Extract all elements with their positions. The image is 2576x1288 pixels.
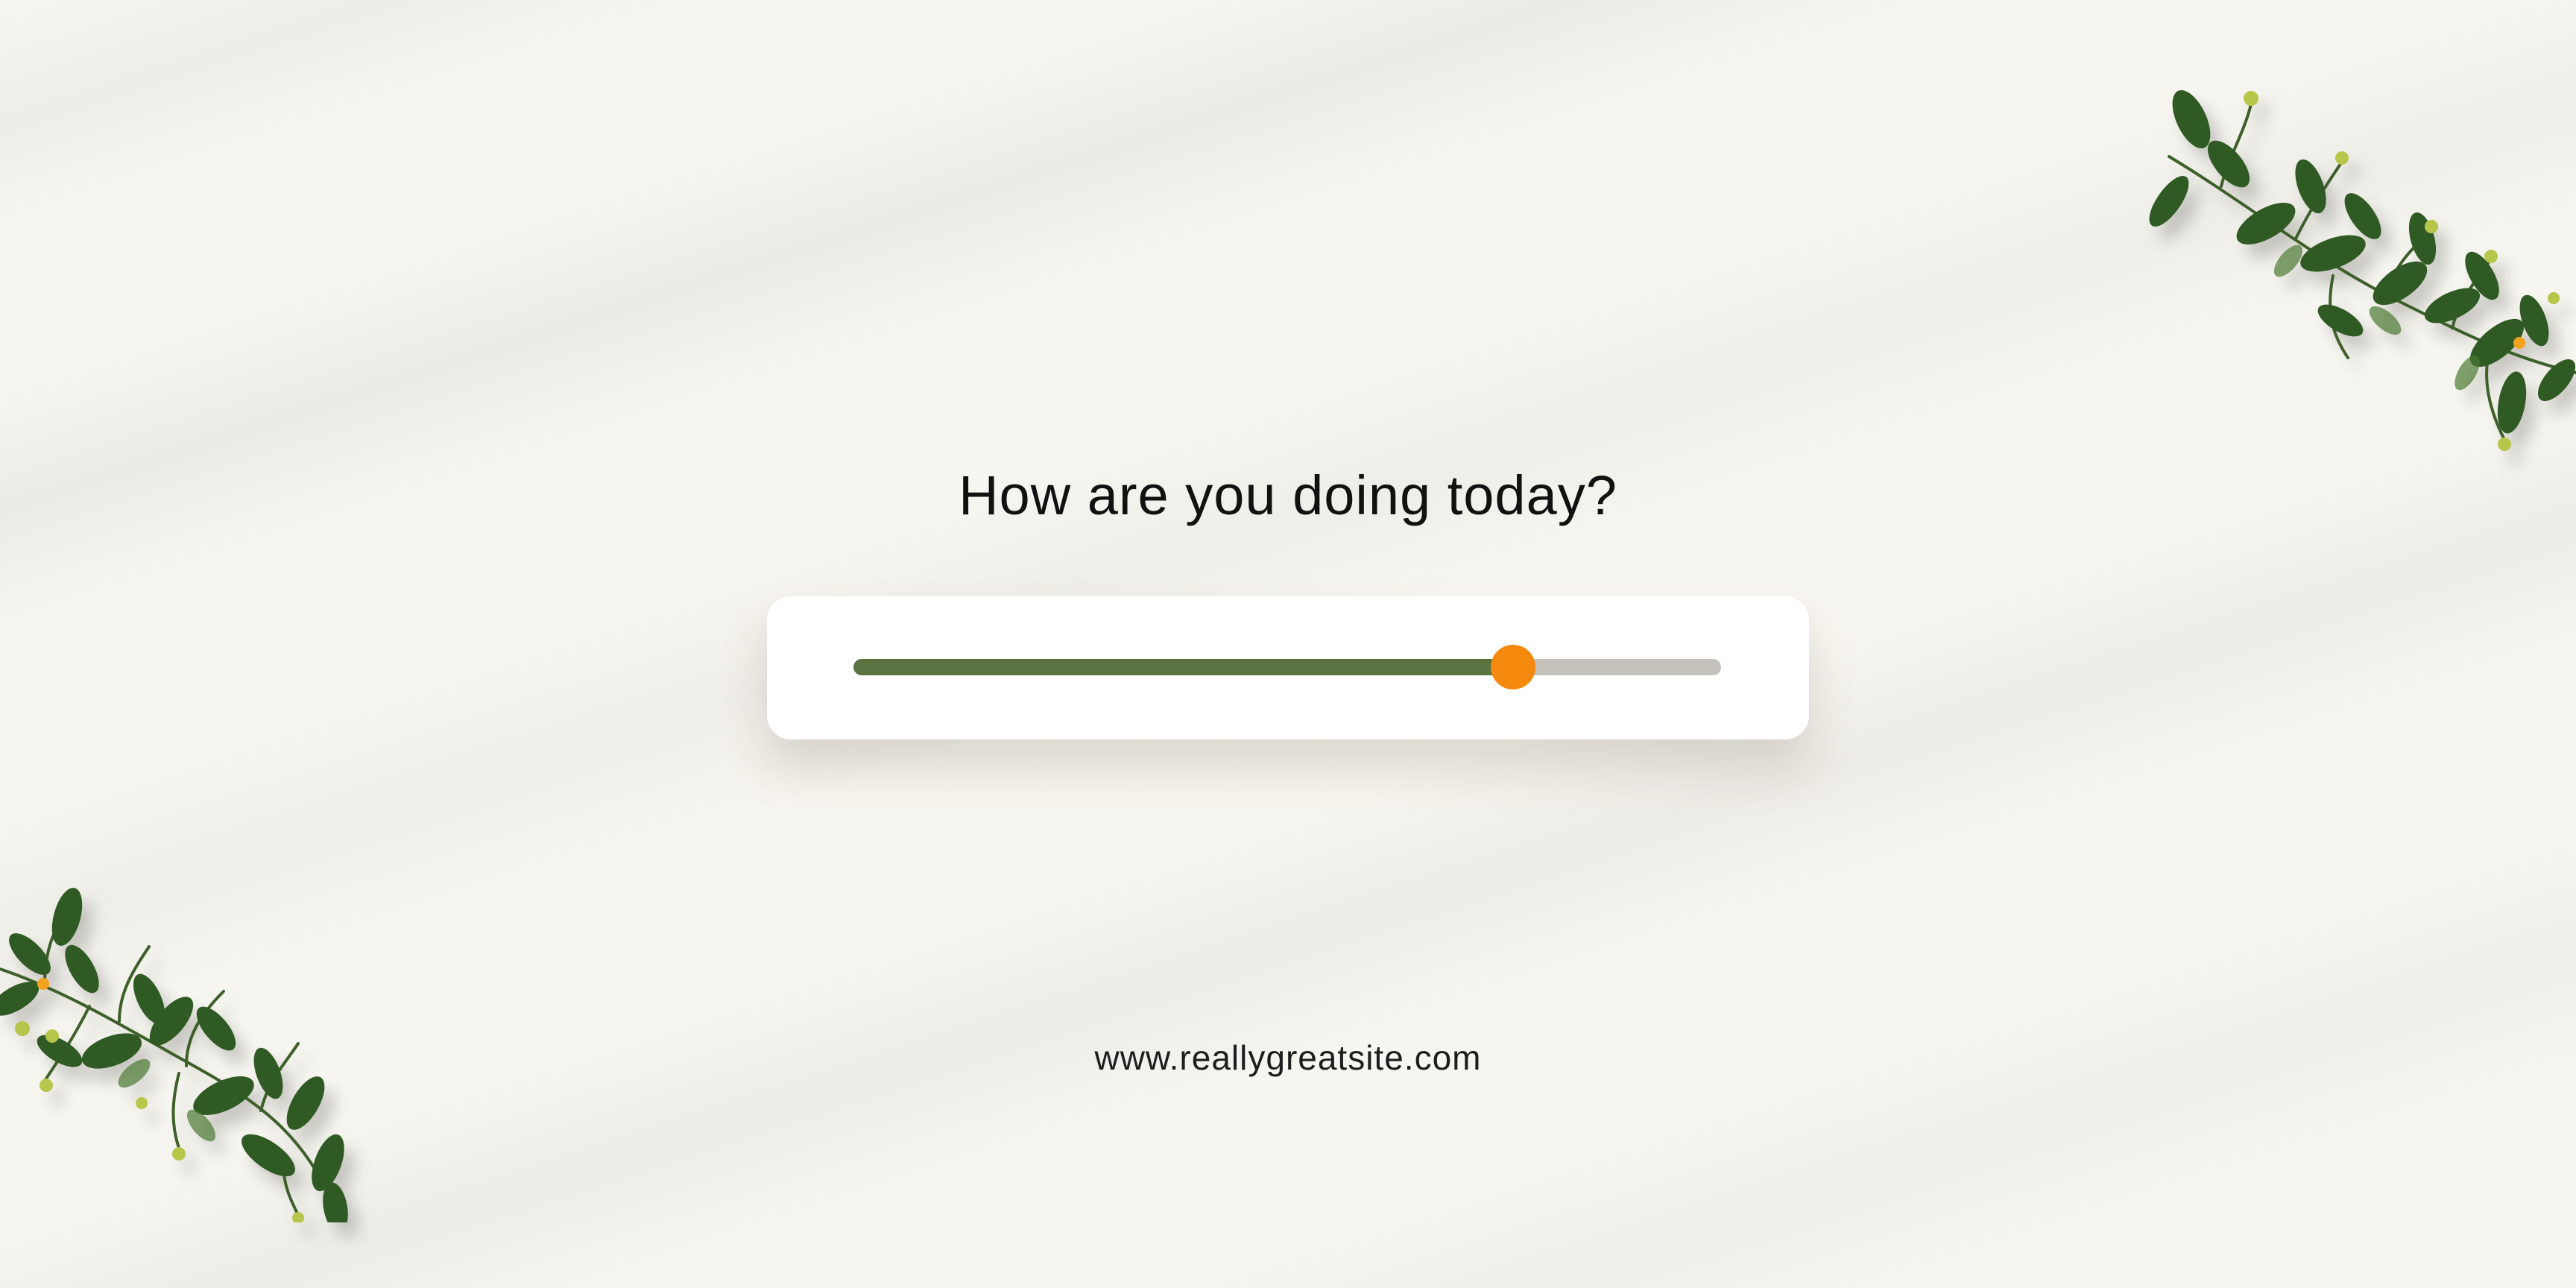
website-link[interactable]: www.reallygreatsite.com bbox=[0, 1038, 2576, 1078]
mood-slider-card bbox=[767, 596, 1809, 739]
leafy-branch-icon bbox=[2149, 90, 2576, 451]
mood-slider-track[interactable] bbox=[853, 645, 1721, 689]
page-title: How are you doing today? bbox=[959, 464, 1617, 526]
mood-slider-fill bbox=[853, 659, 1513, 675]
mood-slider-thumb[interactable] bbox=[1490, 645, 1535, 689]
